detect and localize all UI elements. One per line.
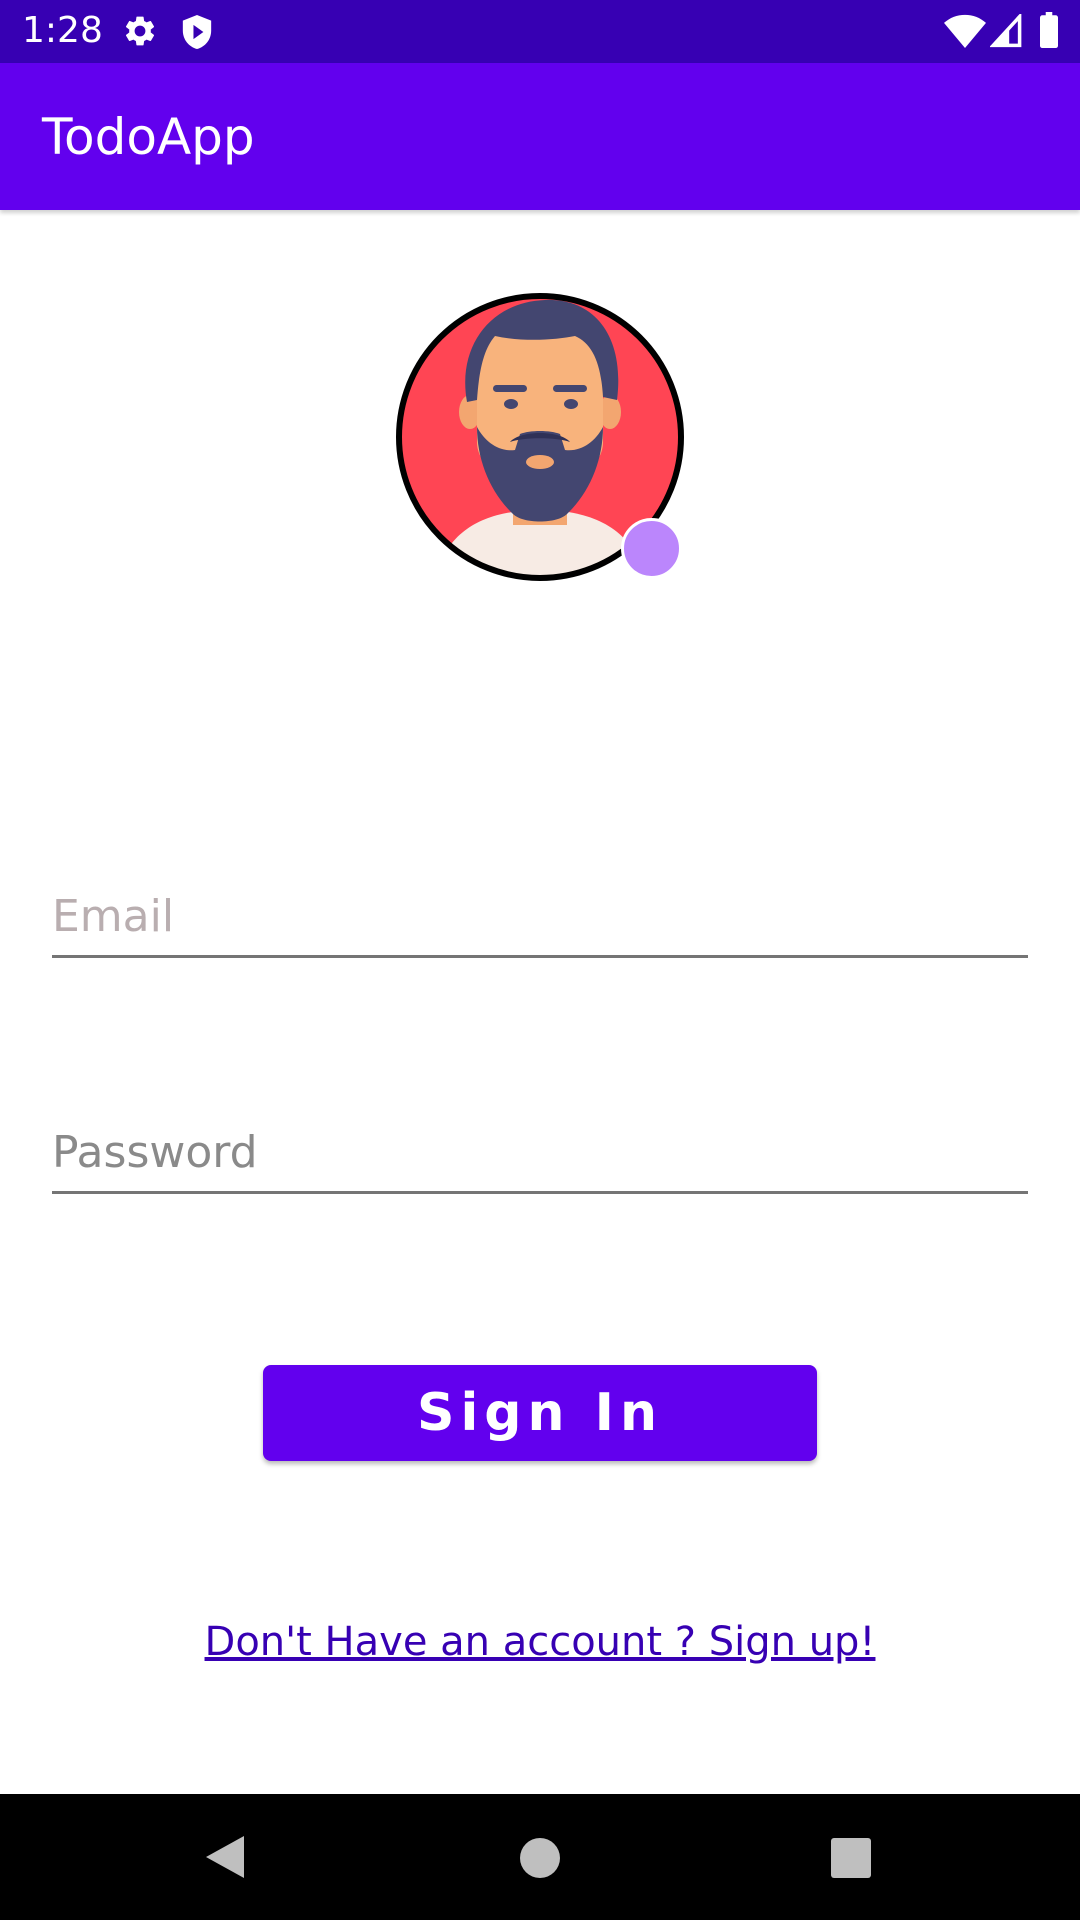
status-time: 1:28 (22, 10, 103, 51)
signup-link[interactable]: Don't Have an account ? Sign up! (0, 1614, 1080, 1670)
wifi-icon (944, 14, 986, 48)
app-title: TodoApp (42, 108, 255, 166)
avatar-edit-badge[interactable] (621, 518, 682, 579)
back-icon[interactable] (204, 1834, 246, 1880)
app-bar: TodoApp (0, 63, 1080, 210)
signin-button[interactable]: Sign In (263, 1365, 817, 1461)
signal-icon (990, 14, 1022, 48)
gear-icon (125, 16, 155, 46)
nav-bar (0, 1794, 1080, 1920)
battery-icon (1040, 12, 1058, 48)
shield-play-icon (182, 15, 212, 49)
status-bar: 1:28 (0, 0, 1080, 63)
email-field[interactable] (52, 878, 1028, 958)
password-field[interactable] (52, 1114, 1028, 1194)
home-icon[interactable] (520, 1838, 560, 1878)
recents-icon[interactable] (831, 1838, 871, 1878)
